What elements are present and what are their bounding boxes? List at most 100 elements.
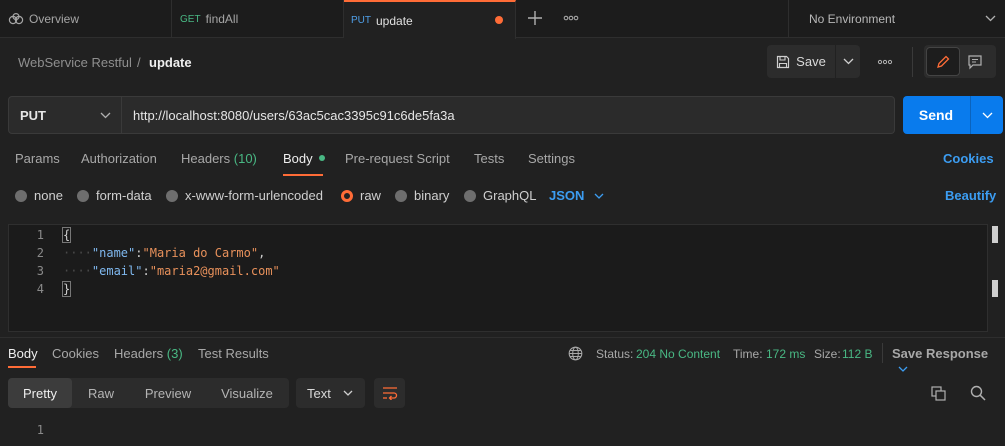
request-body-editor[interactable] — [8, 224, 988, 332]
tab-overview[interactable]: Overview — [0, 0, 172, 38]
send-label: Send — [918, 107, 954, 123]
tab-method: PUT — [351, 15, 371, 26]
radio-raw[interactable]: raw — [341, 188, 381, 203]
search-icon[interactable] — [970, 385, 986, 401]
tab-settings[interactable]: Settings — [528, 151, 575, 166]
environment-selector[interactable]: No Environment — [788, 0, 1005, 38]
tab-update[interactable]: PUT update — [344, 0, 516, 39]
radio-graphql[interactable]: GraphQL — [464, 188, 536, 203]
copy-icon[interactable] — [931, 386, 946, 401]
headers-count: (10) — [233, 151, 257, 166]
chevron-down-icon — [100, 112, 111, 119]
radio-urlencoded[interactable]: x-www-form-urlencoded — [166, 188, 323, 203]
tab-params[interactable]: Params — [15, 151, 60, 166]
page-title[interactable]: update — [149, 55, 192, 70]
pencil-icon — [936, 55, 950, 69]
radio-label: GraphQL — [483, 188, 537, 203]
close-brace: } — [61, 281, 72, 297]
cookies-link[interactable]: Cookies — [943, 151, 994, 166]
more-actions-icon[interactable] — [877, 58, 893, 66]
response-format-select[interactable]: Text — [296, 378, 365, 408]
save-button[interactable]: Save — [767, 45, 835, 78]
scrollbar-thumb[interactable] — [992, 226, 998, 243]
radio-dot-selected — [341, 189, 353, 202]
line-number: 1 — [36, 228, 44, 242]
tab-label: findAll — [205, 12, 239, 26]
size-value[interactable]: 112 B — [842, 347, 872, 361]
time-label: Time: — [733, 347, 763, 361]
tab-prerequest-script[interactable]: Pre-request Script — [345, 151, 450, 166]
more-tabs-icon[interactable] — [563, 14, 579, 22]
tab-findall[interactable]: GET findAll — [172, 0, 344, 38]
tab-authorization[interactable]: Authorization — [81, 151, 157, 166]
radio-form-data[interactable]: form-data — [77, 188, 152, 203]
view-visualize-button[interactable]: Visualize — [210, 378, 284, 408]
json-key: "name" — [91, 246, 136, 260]
beautify-link[interactable]: Beautify — [945, 188, 996, 203]
send-button[interactable]: Send — [903, 96, 1003, 134]
comments-icon[interactable] — [967, 54, 983, 70]
json-value: "Maria do Carmo" — [142, 246, 259, 260]
url-input[interactable]: http://localhost:8080/users/63ac5cac3395… — [122, 96, 895, 134]
radio-dot — [464, 189, 476, 202]
breadcrumb-separator: / — [137, 55, 141, 70]
line-number: 2 — [36, 246, 44, 260]
response-tab-cookies[interactable]: Cookies — [52, 346, 99, 361]
divider — [882, 343, 883, 363]
environment-label: No Environment — [809, 12, 896, 26]
view-pretty-button[interactable]: Pretty — [8, 378, 72, 408]
headers-count: (3) — [166, 346, 183, 361]
chevron-down-icon — [985, 15, 996, 22]
breadcrumb-collection[interactable]: WebService Restful — [18, 55, 132, 70]
chevron-down-icon — [343, 390, 353, 396]
response-tab-body[interactable]: Body — [8, 346, 38, 361]
divider — [0, 337, 1005, 338]
scrollbar-marker — [992, 280, 998, 297]
tab-headers[interactable]: Headers (10) — [181, 151, 257, 166]
radio-none[interactable]: none — [15, 188, 63, 203]
tab-label: Headers — [181, 151, 231, 166]
response-tab-test-results[interactable]: Test Results — [198, 346, 269, 361]
method-label: PUT — [20, 107, 46, 123]
active-tab-underline — [8, 366, 36, 368]
chevron-down-icon[interactable] — [982, 112, 993, 119]
view-preview-button[interactable]: Preview — [134, 378, 202, 408]
globe-icon[interactable] — [568, 346, 583, 361]
time-value[interactable]: 172 ms — [766, 347, 805, 361]
new-tab-icon[interactable] — [527, 10, 543, 26]
size-label: Size: — [814, 347, 841, 361]
view-raw-button[interactable]: Raw — [76, 378, 126, 408]
radio-dot — [166, 189, 178, 202]
save-response-label: Save Response — [892, 346, 989, 361]
response-tab-headers[interactable]: Headers (3) — [114, 346, 183, 361]
status-value[interactable]: 204 No Content — [636, 347, 720, 361]
chevron-down-icon — [898, 366, 908, 372]
code-line-3: ····"email":"maria2@gmail.com" — [63, 264, 280, 278]
wrap-lines-button[interactable] — [374, 378, 405, 408]
tab-label: Headers — [114, 346, 164, 361]
save-response-button[interactable]: Save Response — [892, 346, 1005, 376]
radio-label: raw — [360, 188, 381, 203]
url-text: http://localhost:8080/users/63ac5cac3395… — [133, 107, 455, 123]
collection-overview-icon — [8, 13, 24, 25]
method-select[interactable]: PUT — [8, 96, 122, 134]
radio-binary[interactable]: binary — [395, 188, 449, 203]
tab-method: GET — [180, 13, 201, 25]
format-select[interactable]: JSON — [549, 188, 604, 203]
save-options-button[interactable] — [836, 45, 860, 78]
json-key: "email" — [91, 264, 143, 278]
format-label: Text — [307, 385, 331, 401]
radio-dot — [395, 189, 407, 202]
open-brace: { — [61, 227, 72, 243]
body-indicator-dot-icon — [319, 155, 326, 161]
chevron-down-icon — [843, 58, 854, 65]
chevron-down-icon — [594, 193, 604, 199]
tab-body[interactable]: Body — [283, 151, 326, 166]
line-number: 3 — [36, 264, 44, 278]
tab-label: Body — [283, 151, 313, 166]
save-label: Save — [796, 54, 826, 69]
code-line-4: } — [61, 281, 72, 297]
indent: ···· — [63, 246, 92, 260]
tab-tests[interactable]: Tests — [474, 151, 504, 166]
edit-mode-button[interactable] — [926, 47, 960, 76]
